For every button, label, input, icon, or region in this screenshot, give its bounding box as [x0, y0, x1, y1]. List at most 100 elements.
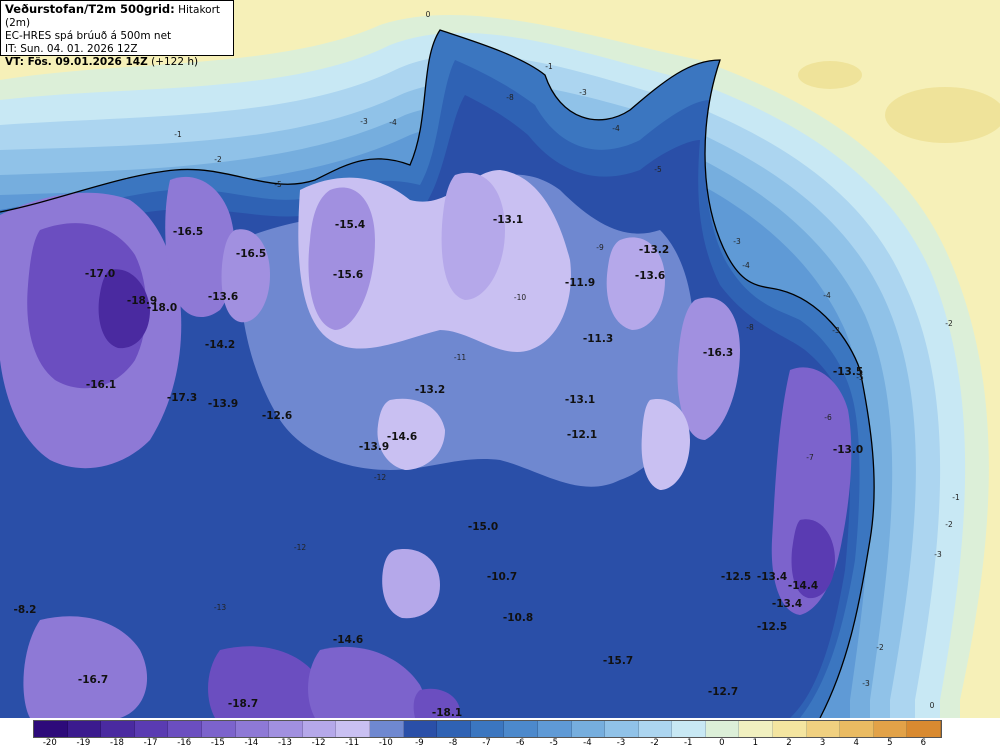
colorbar-swatch: [34, 721, 68, 737]
colorbar-label: -13: [278, 738, 292, 748]
model-line: EC-HRES spá brúuð á 500m net: [5, 30, 172, 42]
colorbar-swatch: [336, 721, 370, 737]
contour-value-label: -3: [733, 237, 741, 246]
issue-time: IT: Sun. 04. 01. 2026 12Z: [5, 43, 138, 55]
colorbar-swatch: [101, 721, 135, 737]
temperature-value-label: -14.4: [788, 580, 818, 592]
colorbar: -20 -19 -18 -17 -16 -15 -14 -13 -12 -11 -10 -9 -8 -7-…: [0, 718, 1000, 748]
colorbar-swatch: [403, 721, 438, 737]
temperature-value-label: -12.7: [708, 686, 738, 698]
temperature-value-label: -13.2: [415, 384, 445, 396]
contour-value-label: -4: [742, 261, 750, 270]
temperature-value-label: -13.6: [635, 270, 665, 282]
contour-value-label: -3: [360, 117, 368, 126]
contour-value-label: -8: [506, 93, 514, 102]
temperature-value-label: -16.1: [86, 379, 116, 391]
contour-value-label: 0: [930, 701, 935, 710]
colorbar-label: -12: [311, 738, 326, 748]
temperature-value-label: -13.4: [757, 571, 787, 583]
colorbar-label: -3: [616, 738, 626, 748]
temperature-value-label: -11.3: [583, 333, 613, 345]
contour-value-label: -3: [862, 679, 870, 688]
contour-value-label: -5: [654, 165, 662, 174]
colorbar-label: -1: [683, 738, 693, 748]
contour-value-label: -1: [952, 493, 960, 502]
colorbar-label: -9: [415, 738, 424, 748]
colorbar-swatch: [571, 721, 606, 737]
colorbar-swatch: [168, 721, 202, 737]
contour-value-label: -9: [596, 243, 604, 252]
colorbar-label: -15: [210, 738, 225, 748]
contour-value-label: -11: [454, 353, 466, 362]
colorbar-label: 5: [887, 738, 893, 748]
contour-value-label: -13: [214, 603, 226, 612]
colorbar-swatch: [201, 721, 236, 737]
colorbar-swatch: [907, 721, 942, 737]
contour-value-label: -2: [945, 319, 953, 328]
colorbar-swatch: [605, 721, 639, 737]
colorbar-label: -8: [448, 738, 458, 748]
contour-value-label: -4: [612, 124, 620, 133]
temperature-value-label: -16.3: [703, 347, 733, 359]
temperature-value-label: -13.4: [772, 598, 802, 610]
temperature-value-label: -18.1: [432, 707, 462, 718]
colorbar-label: -14: [244, 738, 259, 748]
valid-time: VT: Fös. 09.01.2026 14Z: [5, 56, 148, 68]
colorbar-label: 2: [786, 738, 792, 748]
temperature-value-label: -16.5: [173, 226, 203, 238]
temperature-value-label: -17.0: [85, 268, 115, 280]
colorbar-swatch: [235, 721, 270, 737]
temperature-value-label: -12.6: [262, 410, 292, 422]
contour-value-label: -3: [832, 326, 840, 335]
colorbar-swatch: [773, 721, 807, 737]
info-box: Veðurstofan/T2m 500grid: Hitakort (2m) E…: [0, 0, 234, 68]
contour-value-label: 0: [426, 10, 431, 19]
temperature-value-label: -18.7: [228, 698, 258, 710]
temperature-value-label: -8.2: [14, 604, 37, 616]
lead-time: (+122 h): [151, 56, 199, 68]
temperature-value-label: -12.1: [567, 429, 597, 441]
colorbar-swatch: [806, 721, 841, 737]
temperature-value-label: -15.7: [603, 655, 633, 667]
colorbar-swatch: [873, 721, 908, 737]
temperature-value-label: -16.7: [78, 674, 108, 686]
colorbar-swatches: [33, 720, 943, 738]
temperature-value-label: -13.0: [833, 444, 863, 456]
colorbar-swatch: [840, 721, 874, 737]
temperature-value-label: -18.0: [147, 302, 177, 314]
contour-value-label: -1: [174, 130, 182, 139]
temperature-value-label: -15.4: [335, 219, 365, 231]
map-title: Veðurstofan/T2m 500grid:: [5, 2, 175, 16]
temperature-value-label: -12.5: [721, 571, 751, 583]
temperature-map: -17.0 -18.9 -18.0 -16.1 -17.3 -16.5 -16.5 -13.6…: [0, 0, 1000, 718]
contour-value-label: -2: [214, 155, 222, 164]
contour-value-label: -10: [514, 293, 526, 302]
colorbar-label: -10: [378, 738, 393, 748]
colorbar-label: 1: [752, 738, 759, 748]
temperature-value-label: -14.6: [333, 634, 363, 646]
temperature-value-label: -13.6: [208, 291, 238, 303]
colorbar-label: -4: [583, 738, 592, 748]
colorbar-label: -6: [515, 738, 525, 748]
contour-value-label: -5: [856, 373, 864, 382]
contour-value-label: -3: [934, 550, 942, 559]
temperature-value-label: -15.6: [333, 269, 363, 281]
colorbar-swatch: [302, 721, 337, 737]
colorbar-swatch: [672, 721, 706, 737]
temperature-value-label: -16.5: [236, 248, 266, 260]
colorbar-label: -2: [650, 738, 659, 748]
colorbar-swatch: [437, 721, 471, 737]
colorbar-label: -7: [482, 738, 491, 748]
colorbar-label: 3: [819, 738, 826, 748]
temperature-value-label: -13.9: [359, 441, 389, 453]
sea-patch: [885, 87, 1000, 143]
contour-value-label: -8: [746, 323, 754, 332]
contour-value-label: -6: [824, 413, 832, 422]
colorbar-swatch: [269, 721, 303, 737]
colorbar-label: -11: [345, 738, 360, 748]
colorbar-swatch: [504, 721, 538, 737]
sea-patch: [798, 61, 862, 89]
colorbar-swatch: [537, 721, 572, 737]
contour-value-label: -12: [374, 473, 386, 482]
colorbar-label: -19: [76, 738, 91, 748]
